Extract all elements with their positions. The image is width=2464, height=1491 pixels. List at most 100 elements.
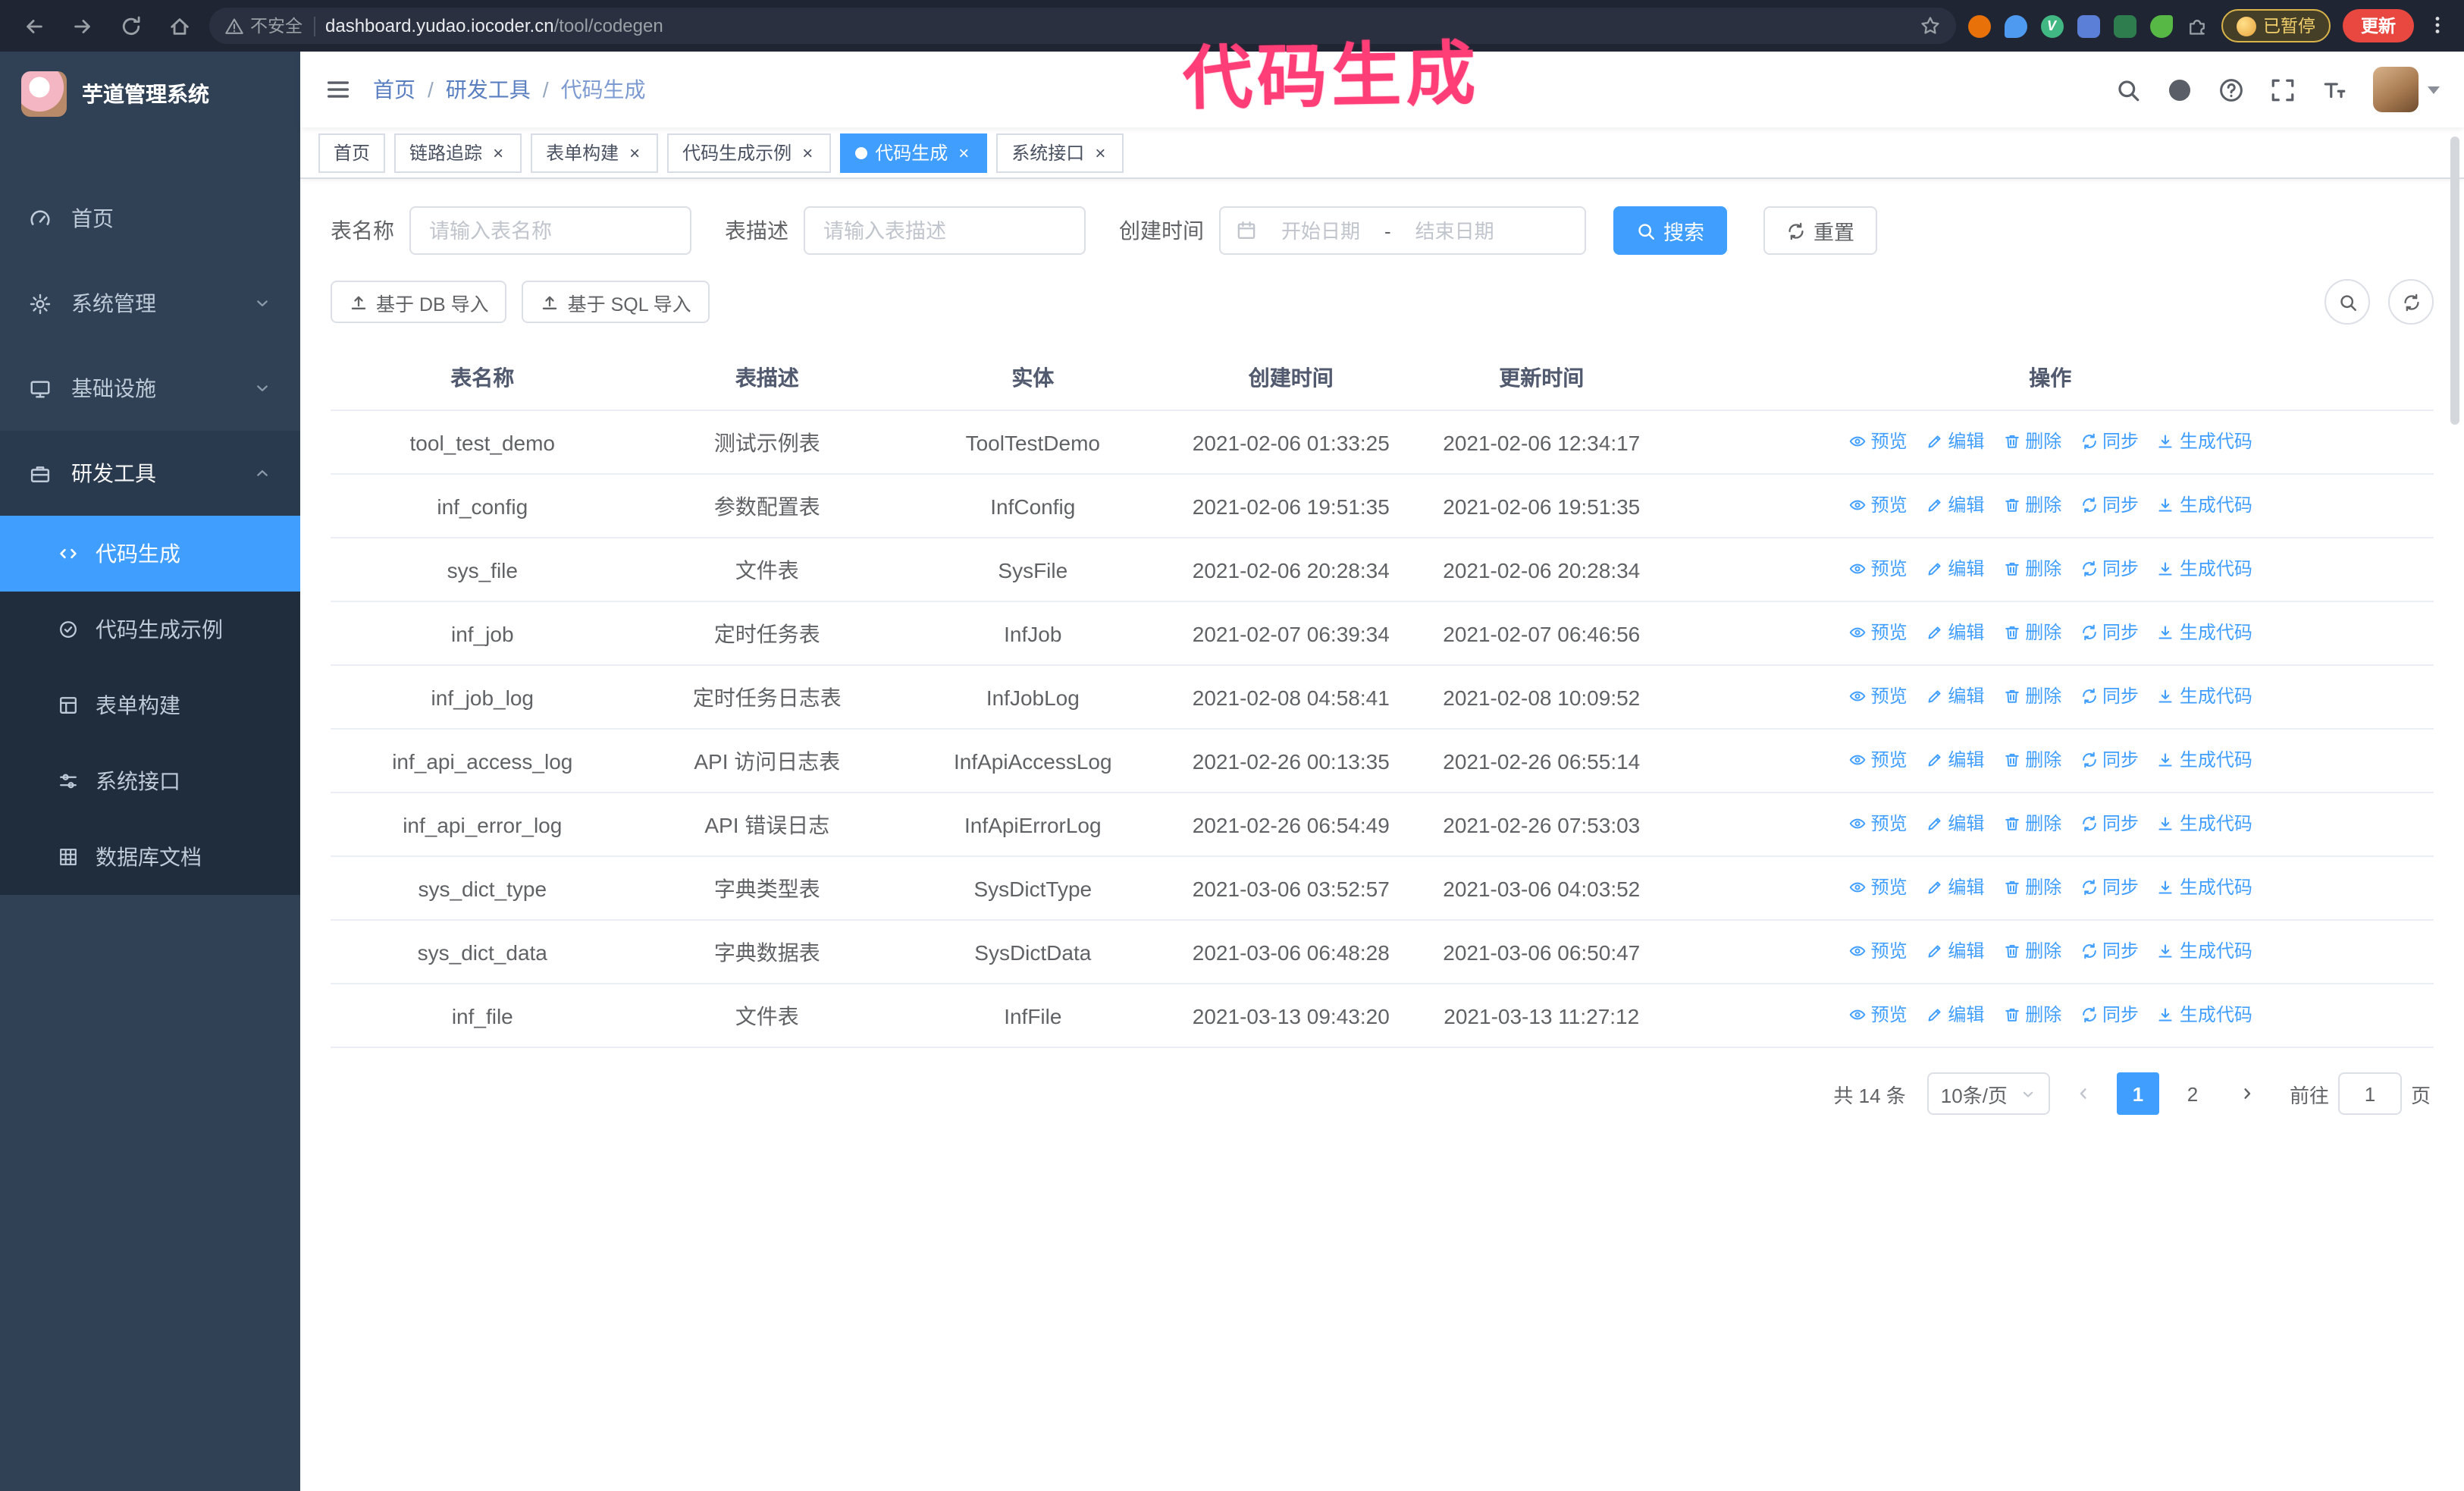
generate-code-link[interactable]: 生成代码 xyxy=(2157,998,2252,1031)
tab-codegen-example[interactable]: 代码生成示例 × xyxy=(667,133,832,172)
preview-link[interactable]: 预览 xyxy=(1848,934,1908,968)
prev-page-button[interactable] xyxy=(2062,1072,2105,1115)
preview-link[interactable]: 预览 xyxy=(1848,871,1908,904)
preview-link[interactable]: 预览 xyxy=(1848,998,1908,1031)
edit-link[interactable]: 编辑 xyxy=(1925,680,1984,713)
toggle-search-button[interactable] xyxy=(2324,279,2370,325)
font-size-button[interactable] xyxy=(2321,77,2347,102)
preview-link[interactable]: 预览 xyxy=(1848,552,1908,585)
browser-forward-button[interactable] xyxy=(64,8,100,44)
sync-link[interactable]: 同步 xyxy=(2080,616,2139,649)
sidebar-item-codegen[interactable]: 代码生成 xyxy=(0,516,300,592)
preview-link[interactable]: 预览 xyxy=(1848,743,1908,777)
profile-paused-badge[interactable]: 已暂停 xyxy=(2221,9,2331,42)
create-time-range-picker[interactable]: - xyxy=(1219,206,1586,255)
github-link[interactable] xyxy=(2167,77,2193,102)
delete-link[interactable]: 删除 xyxy=(2002,680,2061,713)
sync-link[interactable]: 同步 xyxy=(2080,743,2139,777)
browser-reload-button[interactable] xyxy=(112,8,149,44)
sidebar-item-form-builder[interactable]: 表单构建 xyxy=(0,667,300,743)
edit-link[interactable]: 编辑 xyxy=(1925,807,1984,840)
edit-link[interactable]: 编辑 xyxy=(1925,425,1984,458)
docs-help-button[interactable] xyxy=(2218,77,2244,102)
sync-link[interactable]: 同步 xyxy=(2080,871,2139,904)
page-number-1[interactable]: 1 xyxy=(2116,1072,2159,1115)
page-number-2[interactable]: 2 xyxy=(2171,1072,2214,1115)
goto-page-input[interactable] xyxy=(2337,1072,2402,1115)
generate-code-link[interactable]: 生成代码 xyxy=(2157,871,2252,904)
edit-link[interactable]: 编辑 xyxy=(1925,934,1984,968)
generate-code-link[interactable]: 生成代码 xyxy=(2157,616,2252,649)
extensions-puzzle-icon[interactable] xyxy=(2186,14,2209,37)
preview-link[interactable]: 预览 xyxy=(1848,616,1908,649)
delete-link[interactable]: 删除 xyxy=(2002,425,2061,458)
delete-link[interactable]: 删除 xyxy=(2002,998,2061,1031)
fullscreen-button[interactable] xyxy=(2270,77,2296,102)
bookmark-star-icon[interactable] xyxy=(1919,12,1940,39)
table-name-input[interactable] xyxy=(409,206,691,255)
user-menu[interactable] xyxy=(2373,67,2440,112)
delete-link[interactable]: 删除 xyxy=(2002,743,2061,777)
tab-api[interactable]: 系统接口 × xyxy=(996,133,1124,172)
browser-home-button[interactable] xyxy=(161,8,197,44)
security-indicator[interactable]: 不安全 xyxy=(224,14,303,38)
import-db-button[interactable]: 基于 DB 导入 xyxy=(331,281,507,323)
tab-codegen[interactable]: 代码生成 × xyxy=(840,133,988,172)
edit-link[interactable]: 编辑 xyxy=(1925,871,1984,904)
address-bar[interactable]: 不安全 dashboard.yudao.iocoder.cn/tool/code… xyxy=(209,8,1955,44)
sidebar-item-home[interactable]: 首页 xyxy=(0,176,300,261)
reset-button[interactable]: 重置 xyxy=(1763,206,1877,255)
start-date-input[interactable] xyxy=(1266,219,1375,242)
browser-back-button[interactable] xyxy=(15,8,52,44)
sidebar-item-api[interactable]: 系统接口 xyxy=(0,743,300,819)
preview-link[interactable]: 预览 xyxy=(1848,488,1908,522)
edit-link[interactable]: 编辑 xyxy=(1925,488,1984,522)
tab-home[interactable]: 首页 xyxy=(318,133,386,172)
edit-link[interactable]: 编辑 xyxy=(1925,998,1984,1031)
sync-link[interactable]: 同步 xyxy=(2080,998,2139,1031)
generate-code-link[interactable]: 生成代码 xyxy=(2157,807,2252,840)
sidebar-item-devtools[interactable]: 研发工具 xyxy=(0,431,300,516)
edit-link[interactable]: 编辑 xyxy=(1925,552,1984,585)
refresh-table-button[interactable] xyxy=(2388,279,2434,325)
sidebar-toggle-button[interactable] xyxy=(324,76,352,103)
close-icon[interactable]: × xyxy=(799,142,816,163)
close-icon[interactable]: × xyxy=(955,142,972,163)
preview-link[interactable]: 预览 xyxy=(1848,680,1908,713)
breadcrumb-home[interactable]: 首页 xyxy=(373,74,415,105)
edit-link[interactable]: 编辑 xyxy=(1925,616,1984,649)
import-sql-button[interactable]: 基于 SQL 导入 xyxy=(522,281,710,323)
header-search-button[interactable] xyxy=(2115,77,2141,102)
preview-link[interactable]: 预览 xyxy=(1848,425,1908,458)
extension-icon[interactable] xyxy=(1967,14,1990,37)
app-logo[interactable]: 芋道管理系统 xyxy=(0,52,300,137)
page-size-select[interactable]: 10条/页 xyxy=(1926,1072,2050,1115)
sync-link[interactable]: 同步 xyxy=(2080,488,2139,522)
close-icon[interactable]: × xyxy=(1092,142,1108,163)
close-icon[interactable]: × xyxy=(490,142,506,163)
generate-code-link[interactable]: 生成代码 xyxy=(2157,934,2252,968)
delete-link[interactable]: 删除 xyxy=(2002,488,2061,522)
search-button[interactable]: 搜索 xyxy=(1613,206,1727,255)
close-icon[interactable]: × xyxy=(626,142,643,163)
sync-link[interactable]: 同步 xyxy=(2080,552,2139,585)
sidebar-item-system[interactable]: 系统管理 xyxy=(0,261,300,346)
sync-link[interactable]: 同步 xyxy=(2080,425,2139,458)
extension-icon[interactable] xyxy=(2077,14,2099,37)
table-desc-input[interactable] xyxy=(804,206,1086,255)
generate-code-link[interactable]: 生成代码 xyxy=(2157,425,2252,458)
extension-icon[interactable] xyxy=(2113,14,2136,37)
delete-link[interactable]: 删除 xyxy=(2002,552,2061,585)
sync-link[interactable]: 同步 xyxy=(2080,807,2139,840)
extension-icon[interactable] xyxy=(2004,14,2027,37)
sidebar-item-infra[interactable]: 基础设施 xyxy=(0,346,300,431)
next-page-button[interactable] xyxy=(2226,1072,2268,1115)
delete-link[interactable]: 删除 xyxy=(2002,934,2061,968)
delete-link[interactable]: 删除 xyxy=(2002,616,2061,649)
end-date-input[interactable] xyxy=(1400,219,1509,242)
tab-tracing[interactable]: 链路追踪 × xyxy=(394,133,522,172)
vue-devtools-extension-icon[interactable]: V xyxy=(2040,14,2063,37)
delete-link[interactable]: 删除 xyxy=(2002,807,2061,840)
scrollbar-thumb[interactable] xyxy=(2450,137,2459,425)
extension-icon[interactable] xyxy=(2149,14,2172,37)
